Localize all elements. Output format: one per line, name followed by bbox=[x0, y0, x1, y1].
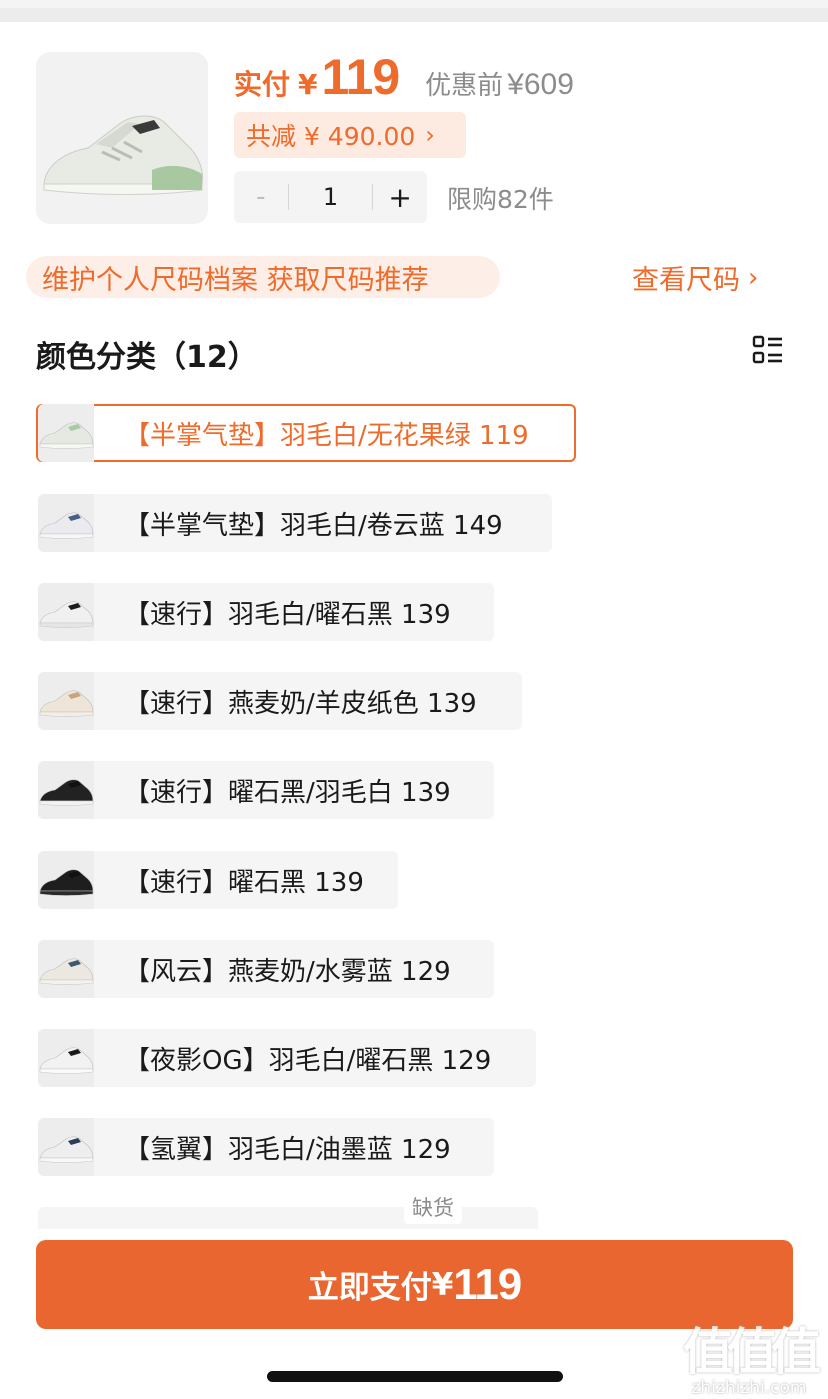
view-size-label: 查看尺码 bbox=[632, 265, 740, 296]
view-size-link[interactable]: 查看尺码 › bbox=[632, 258, 758, 297]
quantity-stepper[interactable]: - 1 + bbox=[234, 171, 427, 223]
out-of-stock-badge: 缺货 bbox=[404, 1190, 462, 1224]
pay-amount: 119 bbox=[453, 1259, 522, 1309]
purchase-limit: 限购82件 bbox=[447, 185, 554, 214]
color-option-label: 【速行】羽毛白/曜石黑 139 bbox=[124, 599, 451, 630]
chevron-right-icon: › bbox=[425, 121, 435, 149]
original-price: ¥609 bbox=[507, 68, 574, 101]
top-strip-shade bbox=[0, 8, 828, 22]
color-option-label: 【氢翼】羽毛白/油墨蓝 129 bbox=[124, 1134, 451, 1165]
color-thumbnail bbox=[38, 672, 94, 730]
color-option-label: 【速行】曜石黑/羽毛白 139 bbox=[124, 777, 451, 808]
color-thumbnail bbox=[38, 404, 94, 462]
list-layout-icon[interactable] bbox=[752, 334, 784, 366]
color-thumbnail bbox=[38, 494, 94, 552]
color-thumbnail bbox=[38, 851, 94, 909]
decrement-button[interactable]: - bbox=[234, 182, 288, 212]
color-section-title: 颜色分类（12） bbox=[36, 340, 258, 375]
size-profile-banner[interactable]: 维护个人尺码档案 获取尺码推荐 bbox=[26, 256, 500, 298]
color-thumbnail bbox=[38, 1118, 94, 1176]
color-option[interactable]: 【半掌气垫】羽毛白/卷云蓝 149 bbox=[38, 494, 552, 552]
actual-price: 119 bbox=[321, 49, 401, 105]
increment-button[interactable]: + bbox=[373, 181, 427, 214]
shoe-image bbox=[43, 115, 203, 195]
color-thumbnail bbox=[38, 1029, 94, 1087]
color-thumbnail bbox=[38, 940, 94, 998]
price-currency: ¥ bbox=[298, 68, 318, 101]
color-option[interactable]: 【速行】曜石黑 139 bbox=[38, 851, 398, 909]
color-option[interactable]: 【半掌气垫】羽毛白/无花果绿 119 bbox=[36, 404, 576, 462]
color-option-label: 【半掌气垫】羽毛白/无花果绿 119 bbox=[124, 420, 529, 451]
color-thumbnail bbox=[38, 761, 94, 819]
discount-text: 共减 ¥ 490.00 bbox=[246, 122, 416, 151]
pay-label: 立即支付 bbox=[307, 1270, 432, 1306]
watermark: 值值值 zhizhizhi.com bbox=[676, 1312, 822, 1398]
color-option-label: 【风云】燕麦奶/水雾蓝 129 bbox=[124, 956, 451, 987]
watermark-logo: 值值值 bbox=[683, 1323, 821, 1381]
actual-price-label: 实付 bbox=[234, 68, 291, 101]
color-option-label: 【半掌气垫】羽毛白/卷云蓝 149 bbox=[124, 510, 503, 541]
discount-chip[interactable]: 共减 ¥ 490.00 › bbox=[234, 112, 466, 158]
top-strip bbox=[0, 0, 828, 22]
product-image bbox=[36, 52, 208, 224]
color-thumbnail bbox=[38, 583, 94, 641]
original-price-label: 优惠前 bbox=[425, 71, 504, 101]
quantity-value[interactable]: 1 bbox=[289, 183, 373, 211]
color-option[interactable]: 【速行】羽毛白/曜石黑 139 bbox=[38, 583, 494, 641]
variant-option-partial[interactable] bbox=[38, 1207, 538, 1229]
color-option[interactable]: 【夜影OG】羽毛白/曜石黑 129 bbox=[38, 1029, 536, 1087]
watermark-url: zhizhizhi.com bbox=[691, 1378, 807, 1398]
home-indicator bbox=[267, 1371, 563, 1382]
color-option-label: 【夜影OG】羽毛白/曜石黑 129 bbox=[124, 1045, 492, 1076]
color-option[interactable]: 【速行】曜石黑/羽毛白 139 bbox=[38, 761, 494, 819]
color-option-label: 【速行】曜石黑 139 bbox=[124, 867, 364, 898]
color-option[interactable]: 【氢翼】羽毛白/油墨蓝 129 bbox=[38, 1118, 494, 1176]
color-option[interactable]: 【速行】燕麦奶/羊皮纸色 139 bbox=[38, 672, 522, 730]
pay-currency: ¥ bbox=[431, 1266, 454, 1303]
color-option-label: 【速行】燕麦奶/羊皮纸色 139 bbox=[124, 688, 477, 719]
price-row: 实付 ¥ 119 优惠前 ¥609 bbox=[234, 48, 574, 108]
chevron-right-icon: › bbox=[748, 262, 759, 293]
color-option[interactable]: 【风云】燕麦奶/水雾蓝 129 bbox=[38, 940, 494, 998]
